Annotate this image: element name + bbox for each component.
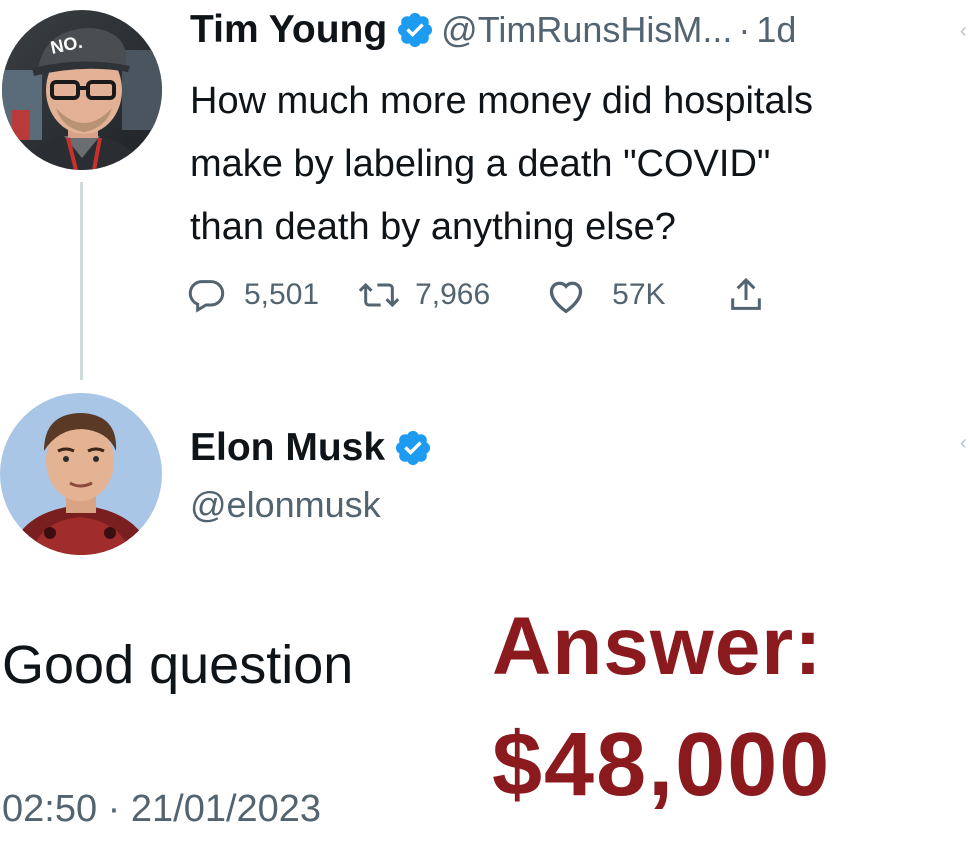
share-button[interactable] xyxy=(726,275,766,315)
retweet-icon xyxy=(357,275,401,315)
thread-connector-line xyxy=(80,182,83,380)
like-icon xyxy=(544,275,588,315)
tweet-text-line: make by labeling a death "COVID" xyxy=(190,143,771,185)
tim-young-avatar[interactable]: NO. xyxy=(2,10,162,170)
retweet-count: 7,966 xyxy=(415,278,491,311)
original-author-name[interactable]: Tim Young xyxy=(190,8,387,52)
more-options-icon[interactable]: ‹ xyxy=(960,432,974,454)
retweet-button[interactable]: 7,966 xyxy=(357,275,490,315)
tweet-text-line: than death by anything else? xyxy=(190,206,676,248)
reply-tweet-header: Elon Musk xyxy=(190,422,439,474)
tweet-age[interactable]: 1d xyxy=(756,9,796,51)
reply-icon xyxy=(186,275,226,315)
original-tweet-text: How much more money did hospitals make b… xyxy=(190,70,970,259)
elon-musk-avatar[interactable] xyxy=(0,393,162,555)
original-tweet-header: Tim Young @TimRunsHisM... · 1d xyxy=(190,6,796,54)
like-button[interactable]: 57K xyxy=(544,275,666,315)
like-count: 57K xyxy=(612,278,666,311)
reply-button[interactable]: 5,501 xyxy=(186,275,319,315)
header-separator: · xyxy=(738,9,751,50)
answer-overlay-label: Answer: xyxy=(492,601,823,692)
reply-timestamp[interactable]: 02:50 · 21/01/2023 xyxy=(2,788,321,831)
share-icon xyxy=(726,275,766,315)
tweet-action-bar: 5,501 7,966 57K xyxy=(186,272,766,318)
reply-author-handle[interactable]: @elonmusk xyxy=(190,484,381,526)
tweet-text-line: How much more money did hospitals xyxy=(190,80,814,122)
verified-badge-icon xyxy=(395,10,435,50)
reply-tweet-text: Good question xyxy=(2,635,354,695)
original-author-handle[interactable]: @TimRunsHisM... xyxy=(441,9,732,51)
reply-author-name[interactable]: Elon Musk xyxy=(190,426,385,470)
answer-overlay-value: $48,000 xyxy=(492,715,832,815)
verified-badge-icon xyxy=(393,428,433,468)
more-options-icon[interactable]: ‹ xyxy=(960,20,974,42)
reply-count: 5,501 xyxy=(244,278,320,311)
